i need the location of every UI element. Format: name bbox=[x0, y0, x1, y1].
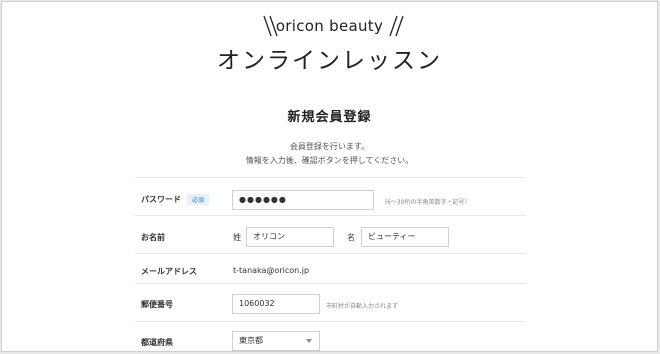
intro-line: 情報を入力後、確認ボタンを押してください。 bbox=[245, 156, 414, 165]
password-row: パスワード 必須 ●●●●●● （6～30桁の半角英数字・記号） bbox=[135, 177, 526, 215]
intro-text: 会員登録を行います。 情報を入力後、確認ボタンを押してください。 bbox=[2, 140, 657, 168]
page-title: 新規会員登録 bbox=[287, 110, 372, 125]
slash-decoration-icon bbox=[389, 15, 404, 37]
logo: oricon beauty オンラインレッスン bbox=[2, 12, 657, 75]
prefecture-row: 都道府県 東京都 bbox=[135, 321, 526, 351]
postal-label: 郵便番号 bbox=[141, 300, 173, 309]
email-value: t-tanaka@oricon.jp bbox=[233, 266, 310, 275]
last-name-label: 姓 bbox=[233, 233, 241, 242]
name-label: お名前 bbox=[141, 233, 165, 242]
password-label-text: パスワード bbox=[141, 195, 181, 204]
name-row: お名前 姓 オリコン 名 ビューティー bbox=[135, 215, 526, 253]
prefecture-select[interactable]: 東京都 bbox=[232, 331, 320, 351]
first-name-label: 名 bbox=[347, 233, 355, 242]
page-frame: oricon beauty オンラインレッスン 新規会員登録 会員登録を行います… bbox=[1, 1, 658, 352]
required-badge: 必須 bbox=[187, 194, 210, 205]
registration-form: パスワード 必須 ●●●●●● （6～30桁の半角英数字・記号） お名前 姓 オリ… bbox=[135, 177, 526, 351]
brand-name: oricon beauty bbox=[275, 17, 384, 35]
email-row: メールアドレス t-tanaka@oricon.jp bbox=[135, 253, 526, 283]
first-name-field[interactable]: ビューティー bbox=[361, 227, 449, 247]
prefecture-label: 都道府県 bbox=[141, 338, 173, 347]
last-name-field[interactable]: オリコン bbox=[246, 227, 334, 247]
chevron-down-icon bbox=[306, 339, 312, 343]
postal-row: 郵便番号 1060032 市町村が自動入力されます bbox=[135, 283, 526, 321]
postal-hint: 市町村が自動入力されます bbox=[326, 303, 399, 310]
site-subtitle: オンラインレッスン bbox=[217, 48, 442, 74]
postal-code-field[interactable]: 1060032 bbox=[232, 294, 320, 314]
password-field[interactable]: ●●●●●● bbox=[232, 190, 374, 210]
prefecture-value: 東京都 bbox=[239, 336, 263, 345]
password-hint: （6～30桁の半角英数字・記号） bbox=[381, 199, 471, 206]
email-label: メールアドレス bbox=[141, 267, 197, 276]
intro-line: 会員登録を行います。 bbox=[289, 142, 370, 151]
password-label: パスワード 必須 bbox=[141, 194, 210, 205]
